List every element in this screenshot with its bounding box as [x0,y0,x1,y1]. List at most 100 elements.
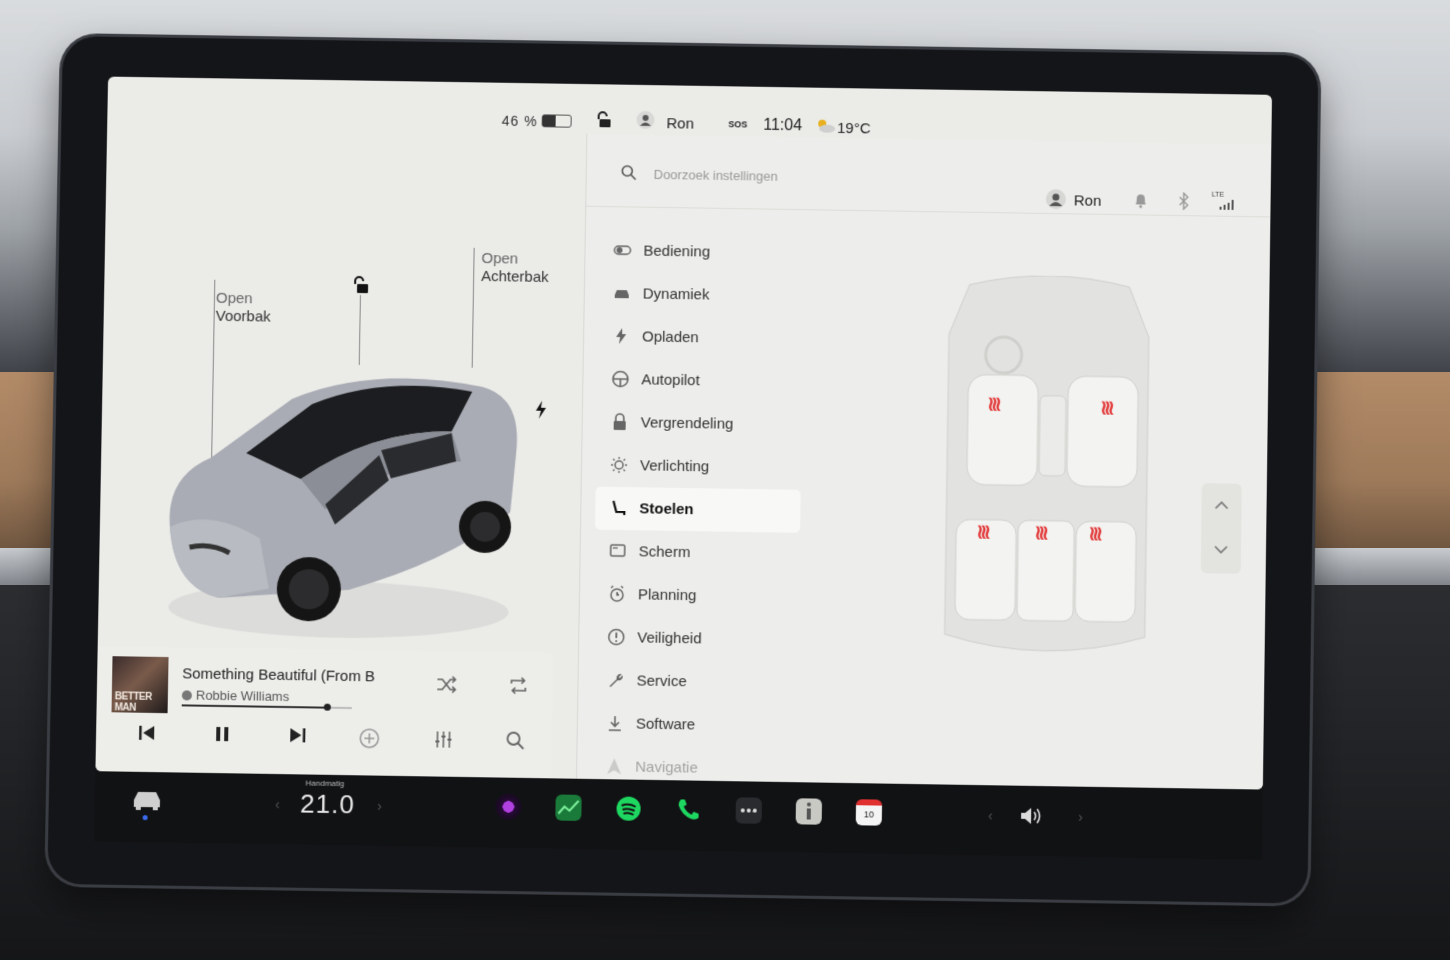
wrench-icon [608,673,623,687]
partly-cloudy-icon [818,119,836,133]
menu-item-label: Verlichting [639,457,710,476]
menu-item-label: Software [635,715,696,734]
sos-indicator: SOS [728,119,748,130]
manual-app-icon[interactable] [795,798,823,825]
passenger-seat[interactable] [1066,376,1139,488]
cabin-temperature[interactable]: 21.0 [300,788,355,820]
settings-menu: Bediening Dynamiek Opladen Autopilot Vergren… [591,229,810,790]
bell-icon[interactable] [1134,192,1148,208]
menu-item-opladen[interactable]: Opladen [598,315,804,361]
progress-knob[interactable] [323,703,331,711]
bluetooth-icon[interactable] [1178,192,1190,210]
active-indicator [142,815,148,821]
frunk-label[interactable]: Open Voorbak [210,279,271,470]
menu-item-label: Vergrendeling [640,414,734,433]
equalizer-icon[interactable] [432,728,454,750]
menu-item-label: Opladen [641,328,699,347]
search-music-icon[interactable] [504,730,526,752]
volume-down-arrow[interactable]: ‹ [988,807,993,823]
chevron-up-icon[interactable] [1213,499,1229,511]
alarm-icon [609,585,624,602]
menu-item-label: Veiligheid [637,629,702,648]
bolt-icon [616,328,627,345]
download-icon [608,715,621,731]
heat-icon-rear-middle[interactable]: ≋ [1029,525,1054,538]
outside-temperature: 19°C [837,119,871,138]
heat-icon-passenger[interactable]: ≋ [1095,400,1120,413]
seat-row-scroller [1200,483,1242,574]
menu-item-label: Navigatie [635,758,699,777]
screen-icon [609,543,626,557]
unlocked-icon[interactable] [596,111,614,129]
driver-seat[interactable] [966,374,1039,486]
user-icon[interactable] [636,110,655,130]
spotify-icon[interactable] [615,795,641,821]
camera-app-icon[interactable] [495,793,522,821]
header-divider [586,205,1272,218]
charge-port-icon[interactable] [534,400,548,419]
menu-item-veiligheid[interactable]: Veiligheid [593,616,799,662]
menu-item-software[interactable]: Software [592,702,798,748]
menu-item-planning[interactable]: Planning [594,573,800,619]
menu-item-vergrendeling[interactable]: Vergrendeling [596,401,802,447]
frunk-label-line1: Open [215,289,253,308]
shuffle-icon[interactable] [435,673,457,695]
pause-icon[interactable] [211,723,233,745]
repeat-icon[interactable] [507,674,529,696]
menu-item-label: Autopilot [641,371,700,390]
seat-icon [612,500,626,515]
car-controls-icon[interactable] [131,788,163,811]
heat-icon-driver[interactable]: ≋ [982,396,1007,409]
track-title: Something Beautiful (From B [182,665,376,686]
calendar-app-icon[interactable]: 10 [855,799,883,826]
menu-item-dynamiek[interactable]: Dynamiek [598,272,803,318]
frunk-label-line2: Voorbak [215,307,271,326]
volume-icon[interactable] [1019,806,1043,826]
menu-item-scherm[interactable]: Scherm [594,530,800,576]
menu-item-verlichting[interactable]: Verlichting [596,444,802,490]
trunk-label-line2: Achterbak [481,267,549,287]
next-track-icon[interactable] [286,724,308,746]
search-input[interactable]: Doorzoek instellingen [654,167,778,184]
car-unlocked-icon[interactable] [352,275,372,295]
menu-item-stoelen[interactable]: Stoelen [595,486,801,533]
settings-panel: Doorzoek instellingen Ron LTE Bediening D… [575,133,1272,790]
chevron-down-icon[interactable] [1213,543,1229,555]
trunk-label[interactable]: Open Achterbak [471,247,549,368]
settings-profile-name: Ron [1073,192,1102,210]
menu-item-autopilot[interactable]: Autopilot [597,358,803,404]
phone-icon[interactable] [675,796,701,822]
touchscreen: 46 % Ron SOS 11:04 19°C Open Voorbak Ope… [95,76,1272,790]
menu-item-label: Stoelen [639,500,694,519]
energy-app-icon[interactable] [555,794,582,821]
lock-pointer-line [358,295,361,365]
climate-mode: Handmatig [305,778,345,789]
sun-icon [611,456,628,473]
more-apps-icon[interactable] [735,797,762,824]
previous-track-icon[interactable] [136,722,158,744]
settings-search[interactable]: Doorzoek instellingen [607,156,967,192]
navigation-icon [607,758,622,775]
profile-name[interactable]: Ron [666,115,694,132]
album-art[interactable]: BETTER MAN [111,656,169,714]
album-art-title: BETTER MAN [114,691,152,714]
add-favorite-icon[interactable] [358,727,380,749]
search-icon [622,165,637,181]
car-model-image [168,378,518,638]
menu-item-service[interactable]: Service [592,659,798,705]
menu-item-label: Scherm [638,543,691,562]
temp-down-arrow[interactable]: ‹ [275,796,280,812]
steering-wheel-icon [612,370,629,388]
source-icon [181,690,192,701]
signal-strength-icon [1219,199,1234,210]
calendar-day: 10 [863,809,874,820]
heat-icon-rear-left[interactable]: ≋ [971,524,996,537]
temp-up-arrow[interactable]: › [377,798,382,814]
volume-up-arrow[interactable]: › [1078,809,1083,825]
menu-item-label: Dynamiek [642,285,710,304]
menu-item-bediening[interactable]: Bediening [599,229,804,275]
menu-item-label: Service [636,672,687,691]
track-progress-bar[interactable] [181,703,352,711]
trunk-label-line1: Open [481,250,519,268]
heat-icon-rear-right[interactable]: ≋ [1083,525,1108,538]
